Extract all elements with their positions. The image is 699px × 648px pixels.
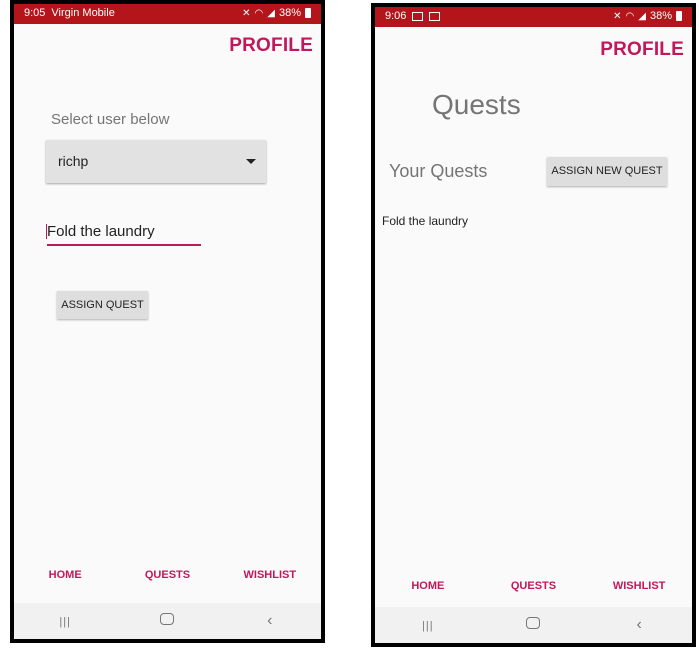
right-screen: 9:06 ✕ ◠ ◢ 38% PROFILE Quests Your Quest… bbox=[375, 7, 692, 643]
battery-icon bbox=[676, 11, 682, 21]
home-button[interactable] bbox=[481, 616, 586, 634]
user-dropdown[interactable]: richp bbox=[46, 140, 266, 183]
recents-icon: ||| bbox=[59, 616, 71, 628]
dropdown-arrow-icon bbox=[246, 159, 256, 164]
battery-percent: 38% bbox=[649, 10, 672, 22]
back-icon: ‹ bbox=[267, 612, 273, 629]
back-button[interactable]: ‹ bbox=[587, 616, 692, 634]
quest-input[interactable]: Fold the laundry bbox=[46, 222, 201, 246]
quest-input-value: Fold the laundry bbox=[47, 223, 155, 240]
nav-quests[interactable]: QUESTS bbox=[481, 580, 586, 592]
right-phone: 9:06 ✕ ◠ ◢ 38% PROFILE Quests Your Quest… bbox=[371, 3, 696, 647]
nav-quests[interactable]: QUESTS bbox=[117, 569, 218, 581]
status-bar: 9:06 ✕ ◠ ◢ 38% bbox=[375, 7, 692, 27]
battery-icon bbox=[305, 8, 311, 18]
message-icon bbox=[412, 11, 424, 21]
image-icon bbox=[429, 11, 441, 21]
home-button[interactable] bbox=[117, 612, 218, 630]
nav-home[interactable]: HOME bbox=[15, 569, 116, 581]
recents-button[interactable]: ||| bbox=[15, 612, 116, 630]
status-bar: 9:05 Virgin Mobile ✕ ◠ ◢ 38% bbox=[14, 4, 321, 24]
signal-icon: ◢ bbox=[267, 7, 275, 19]
status-time: 9:05 bbox=[24, 7, 46, 19]
system-nav-bar: ||| ‹ bbox=[14, 603, 321, 639]
wifi-icon: ◠ bbox=[625, 10, 635, 22]
left-phone: 9:05 Virgin Mobile ✕ ◠ ◢ 38% PROFILE Sel… bbox=[10, 0, 325, 643]
left-screen: 9:05 Virgin Mobile ✕ ◠ ◢ 38% PROFILE Sel… bbox=[14, 4, 321, 639]
select-user-label: Select user below bbox=[51, 111, 170, 128]
nav-wishlist[interactable]: WISHLIST bbox=[219, 569, 320, 581]
system-nav-bar: ||| ‹ bbox=[375, 607, 692, 643]
battery-percent: 38% bbox=[278, 7, 301, 19]
nav-wishlist[interactable]: WISHLIST bbox=[587, 580, 692, 592]
selected-user: richp bbox=[58, 153, 89, 169]
mute-icon: ✕ bbox=[242, 7, 251, 19]
page-title: Quests bbox=[432, 89, 521, 120]
quest-list-item[interactable]: Fold the laundry bbox=[382, 214, 468, 228]
profile-link[interactable]: PROFILE bbox=[229, 35, 313, 57]
mute-icon: ✕ bbox=[613, 10, 622, 22]
home-icon bbox=[160, 613, 175, 625]
assign-quest-button[interactable]: ASSIGN QUEST bbox=[57, 291, 148, 319]
profile-link[interactable]: PROFILE bbox=[600, 39, 684, 61]
back-icon: ‹ bbox=[636, 616, 642, 633]
nav-home[interactable]: HOME bbox=[376, 580, 481, 592]
bottom-nav: HOME QUESTS WISHLIST bbox=[14, 569, 321, 581]
home-icon bbox=[526, 617, 541, 629]
back-button[interactable]: ‹ bbox=[219, 612, 320, 630]
wifi-icon: ◠ bbox=[254, 7, 264, 19]
recents-button[interactable]: ||| bbox=[376, 616, 481, 634]
signal-icon: ◢ bbox=[638, 10, 646, 22]
recents-icon: ||| bbox=[422, 620, 434, 632]
bottom-nav: HOME QUESTS WISHLIST bbox=[375, 580, 692, 592]
your-quests-label: Your Quests bbox=[389, 161, 488, 181]
assign-new-quest-button[interactable]: ASSIGN NEW QUEST bbox=[547, 157, 667, 186]
status-carrier: Virgin Mobile bbox=[51, 7, 115, 19]
status-time: 9:06 bbox=[385, 10, 407, 22]
